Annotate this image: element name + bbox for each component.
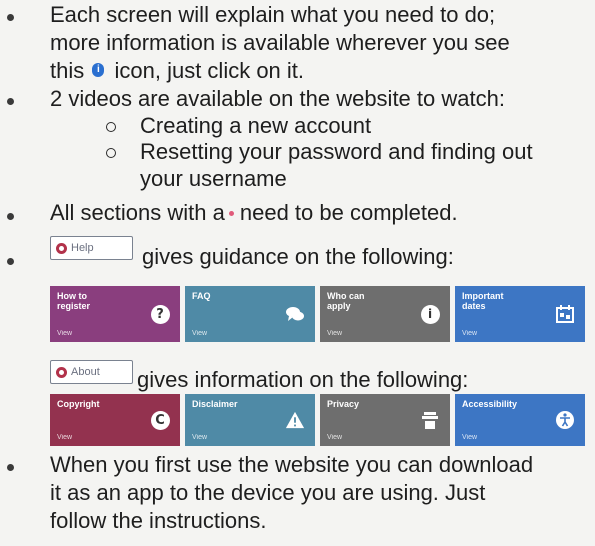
tile-title: Copyright [57,399,100,409]
tile-view-link[interactable]: View [327,434,342,441]
instruction-line: follow the instructions. [50,508,267,533]
privacy-icon [420,410,440,430]
instruction-line: All sections with a need to be completed. [50,200,458,225]
instruction-text: icon, just click on it. [114,58,305,83]
calendar-icon [555,304,575,324]
instruction-text: All sections with a [50,200,225,225]
help-button-label: Help [71,242,94,254]
tile-title: Disclaimer [192,399,238,409]
bullet-marker [7,14,14,21]
instruction-text: need to be completed. [239,200,458,225]
instruction-line: gives guidance on the following: [142,244,454,269]
about-icon [56,366,67,378]
instruction-text: this [50,58,85,83]
tile-title: How to register [57,291,91,311]
tile-view-link[interactable]: View [462,434,477,441]
bullet-marker [7,213,14,220]
tile-title: Accessibility [462,399,518,409]
bullet-marker [7,98,14,105]
question-icon: ? [150,304,170,324]
tile-title: Important dates [462,291,504,311]
instruction-line: Each screen will explain what you need t… [50,2,496,27]
bullet-marker [7,464,14,471]
tile-view-link[interactable]: View [192,330,207,337]
tile-privacy[interactable]: Privacy View [320,394,450,446]
instruction-line: gives information on the following: [137,367,469,392]
video-item: your username [140,166,287,191]
tile-copyright[interactable]: Copyright View C [50,394,180,446]
instruction-line: this i icon, just click on it. [50,58,304,83]
sub-bullet-marker [106,122,116,132]
chat-icon [285,304,305,324]
instruction-line: 2 videos are available on the website to… [50,86,505,111]
accessibility-icon [555,410,575,430]
tile-view-link[interactable]: View [57,330,72,337]
tile-faq[interactable]: FAQ View [185,286,315,342]
instructions-page: Each screen will explain what you need t… [0,0,595,546]
help-icon [56,242,67,254]
instruction-line: it as an app to the device you are using… [50,480,486,505]
about-button[interactable]: About [50,360,133,384]
required-marker-icon [228,211,234,216]
tile-who-can-apply[interactable]: Who can apply View i [320,286,450,342]
copyright-icon: C [150,410,170,430]
video-item: Creating a new account [140,113,372,138]
instruction-line: When you first use the website you can d… [50,452,534,477]
help-button[interactable]: Help [50,236,133,260]
about-button-label: About [71,366,100,378]
tile-view-link[interactable]: View [57,434,72,441]
tile-important-dates[interactable]: Important dates View [455,286,585,342]
tile-disclaimer[interactable]: Disclaimer View [185,394,315,446]
info-circle-icon: i [420,304,440,324]
tile-how-to-register[interactable]: How to register View ? [50,286,180,342]
tile-title: Privacy [327,399,360,409]
video-item: Resetting your password and finding out [140,139,533,164]
tile-view-link[interactable]: View [192,434,207,441]
tile-title: Who can apply [327,291,365,311]
tile-accessibility[interactable]: Accessibility View [455,394,585,446]
bullet-marker [7,258,14,265]
tile-title: FAQ [192,291,211,301]
info-icon: i [92,63,105,77]
tile-view-link[interactable]: View [327,330,342,337]
sub-bullet-marker [106,148,116,158]
warning-icon [285,410,305,430]
tile-view-link[interactable]: View [462,330,477,337]
instruction-line: more information is available wherever y… [50,30,510,55]
